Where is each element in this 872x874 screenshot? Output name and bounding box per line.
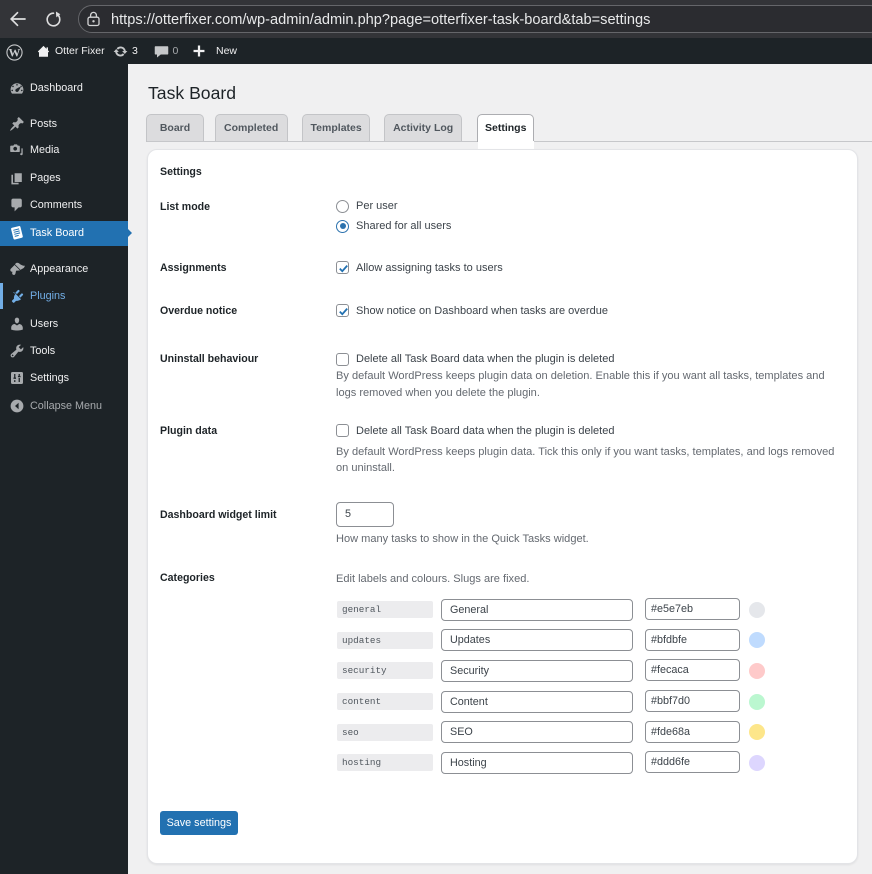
svg-text:W: W	[9, 45, 21, 59]
